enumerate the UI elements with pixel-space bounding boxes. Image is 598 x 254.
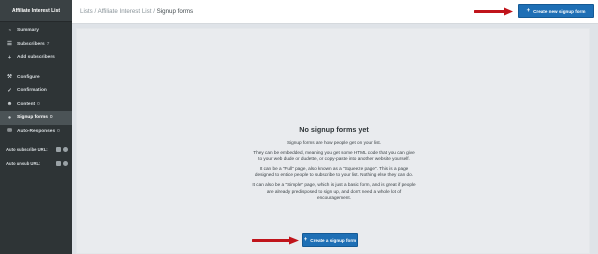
sidebar-item-label: Content <box>17 101 36 107</box>
main-content: No signup forms yet Signup forms are how… <box>72 24 598 254</box>
sidebar-item-count: 7 <box>46 41 50 47</box>
plus-icon: + <box>7 54 12 61</box>
plus-icon: + <box>303 237 308 243</box>
sidebar-item-count: 0 <box>57 128 60 134</box>
auto-unsub-url: Auto unsub URL: <box>0 161 72 172</box>
plus-icon: + <box>526 8 531 14</box>
annotation-arrow-icon <box>252 236 300 245</box>
auto-subscribe-label: Auto subscribe URL: <box>6 147 48 152</box>
auto-unsub-label: Auto unsub URL: <box>6 161 41 166</box>
sidebar-nav: ◔ Summary ☰ Subscribers 7 + Add subscrib… <box>0 24 72 138</box>
envelope-icon: ✉ <box>7 128 12 135</box>
empty-state: No signup forms yet Signup forms are how… <box>251 125 417 205</box>
sidebar: Affiliate Interest List ◔ Summary ☰ Subs… <box>0 0 72 254</box>
sidebar-item-confirmation[interactable]: ✓ Confirmation <box>0 84 72 98</box>
empty-state-paragraph: Signup forms are how people get on your … <box>286 140 382 145</box>
content-panel: No signup forms yet Signup forms are how… <box>76 28 590 254</box>
sidebar-item-summary[interactable]: ◔ Summary <box>0 24 72 38</box>
breadcrumb-list-name[interactable]: Affiliate Interest List <box>98 8 152 15</box>
dashboard-icon: ◔ <box>7 27 12 34</box>
signup-form-icon: ● <box>7 114 12 121</box>
sidebar-item-label: Add subscribers <box>17 55 55 61</box>
empty-state-paragraph: They can be embedded, meaning you get so… <box>253 150 415 162</box>
copy-icon[interactable] <box>56 161 61 166</box>
breadcrumb-current: Signup forms <box>156 8 194 15</box>
annotation-arrow-icon <box>474 7 514 16</box>
sidebar-item-content[interactable]: ☻ Content 0 <box>0 98 72 112</box>
breadcrumb-lists[interactable]: Lists <box>80 8 93 15</box>
create-signup-form-label: Create a signup form <box>310 237 357 243</box>
sidebar-item-label: Configure <box>17 74 40 80</box>
create-new-signup-form-button[interactable]: + Create new signup form <box>518 4 594 18</box>
sidebar-item-label: Confirmation <box>17 88 47 94</box>
sidebar-item-label: Auto-Responses <box>17 128 56 134</box>
list-title: Affiliate Interest List <box>0 0 72 22</box>
create-signup-form-button[interactable]: + Create a signup form <box>302 233 358 247</box>
list-icon: ☰ <box>7 41 12 48</box>
sidebar-item-label: Subscribers <box>17 41 45 47</box>
auto-subscribe-actions <box>56 147 68 152</box>
sidebar-item-label: Signup forms <box>17 115 48 121</box>
sidebar-item-label: Summary <box>17 28 39 34</box>
sidebar-item-signup-forms[interactable]: ● Signup forms 0 <box>0 111 72 125</box>
wrench-icon: ⚒ <box>7 74 12 81</box>
sidebar-item-configure[interactable]: ⚒ Configure <box>0 71 72 85</box>
check-icon: ✓ <box>7 87 12 94</box>
help-icon[interactable] <box>63 161 68 166</box>
users-icon: ☻ <box>6 101 13 108</box>
copy-icon[interactable] <box>56 147 61 152</box>
help-icon[interactable] <box>63 147 68 152</box>
sidebar-item-subscribers[interactable]: ☰ Subscribers 7 <box>0 38 72 52</box>
auto-subscribe-url: Auto subscribe URL: <box>0 147 72 158</box>
sidebar-item-count: 0 <box>37 101 40 107</box>
header-bar: Lists / Affiliate Interest List / Signup… <box>72 0 598 24</box>
sidebar-item-auto-responses[interactable]: ✉ Auto-Responses 0 <box>0 125 72 139</box>
empty-state-paragraph: It can also be a "Simple" page, which is… <box>252 182 416 200</box>
create-new-signup-form-label: Create new signup form <box>533 8 586 14</box>
breadcrumb: Lists / Affiliate Interest List / Signup… <box>80 8 193 15</box>
empty-state-paragraph: It can be a "Full" page, also known as a… <box>254 166 414 178</box>
sidebar-item-add-subscribers[interactable]: + Add subscribers <box>0 51 72 65</box>
sidebar-item-count: 0 <box>49 115 53 121</box>
empty-state-heading: No signup forms yet <box>299 125 369 134</box>
auto-unsub-actions <box>56 161 68 166</box>
